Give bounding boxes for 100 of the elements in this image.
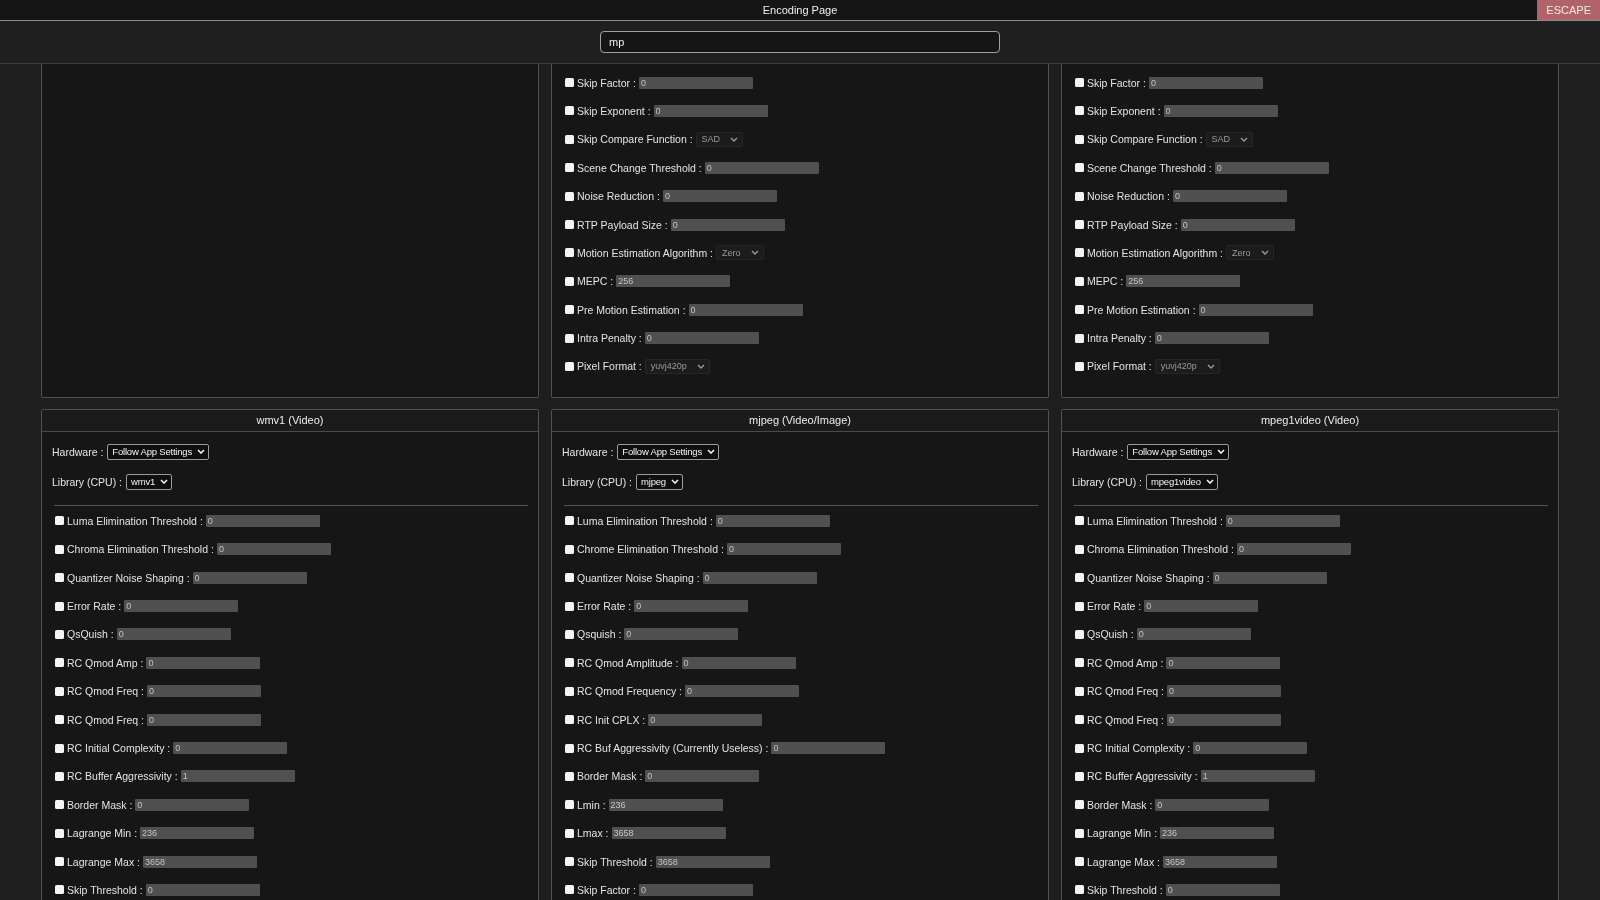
checkbox[interactable] [565,885,574,895]
dropdown[interactable]: wmv1 [126,473,173,490]
checkbox[interactable] [565,248,574,258]
option-label: RC Qmod Freq : [67,713,145,726]
checkbox[interactable] [1075,220,1084,230]
option-label: Pixel Format : [577,360,642,373]
checkbox[interactable] [55,743,64,753]
checkbox[interactable] [1075,276,1084,286]
checkbox[interactable] [565,362,574,371]
dropdown[interactable]: SAD [1205,131,1254,147]
field-label: Hardware : [52,445,104,458]
panel-title: mjpeg (Video/Image) [552,409,1048,432]
checkbox[interactable] [55,715,64,725]
option-label: Error Rate : [67,600,122,613]
checkbox[interactable] [565,573,574,583]
checkbox[interactable] [1075,134,1084,144]
dropdown[interactable]: mpeg1video [1146,473,1218,490]
checkbox[interactable] [565,78,574,88]
dropdown[interactable]: Zero [716,245,764,261]
checkbox[interactable] [565,658,574,668]
checkbox[interactable] [55,686,64,696]
option-label: Lagrange Min : [67,827,138,840]
checkbox[interactable] [1075,78,1084,88]
checkbox[interactable] [1075,715,1084,725]
checkbox[interactable] [55,573,64,583]
option-label: RC Qmod Freq : [1087,713,1165,726]
dropdown[interactable]: SAD [695,131,744,147]
checkbox[interactable] [55,800,64,810]
checkbox[interactable] [565,743,574,753]
checkbox[interactable] [565,333,574,343]
checkbox[interactable] [1075,163,1084,173]
checkbox[interactable] [1075,516,1084,526]
checkbox[interactable] [55,629,64,639]
checkbox[interactable] [1075,362,1084,371]
checkbox[interactable] [565,276,574,286]
checkbox[interactable] [565,305,574,315]
checkbox[interactable] [1075,305,1084,315]
checkbox[interactable] [565,601,574,611]
option-label: Skip Compare Function : [577,133,693,146]
checkbox[interactable] [1075,686,1084,696]
escape-button[interactable]: ESCAPE [1537,0,1600,20]
checkbox[interactable] [1075,800,1084,810]
checkbox[interactable] [565,516,574,526]
checkbox[interactable] [55,857,64,867]
checkbox[interactable] [55,885,64,895]
option-label: RC Qmod Amp : [67,656,144,669]
checkbox[interactable] [1075,106,1084,116]
checkbox[interactable] [565,828,574,838]
checkbox[interactable] [55,544,64,554]
search-field[interactable]: mp [600,31,1000,53]
checkbox[interactable] [565,544,574,554]
checkbox[interactable] [565,106,574,116]
checkbox[interactable] [1075,771,1084,781]
checkbox[interactable] [1075,333,1084,343]
checkbox[interactable] [1075,191,1084,201]
option-label: Pre Motion Estimation : [1087,303,1196,316]
option-label: Skip Factor : [577,883,636,896]
checkbox[interactable] [565,220,574,230]
option-label: Error Rate : [1087,600,1142,613]
checkbox[interactable] [55,601,64,611]
option-label: Skip Threshold : [67,883,143,896]
checkbox[interactable] [1075,629,1084,639]
dropdown[interactable]: Follow App Settings [107,443,209,460]
option-label: RC Qmod Freq : [67,685,145,698]
chevron-down-icon [1206,364,1215,369]
dropdown[interactable]: yuvj420p [644,359,710,374]
checkbox[interactable] [565,629,574,639]
checkbox[interactable] [565,134,574,144]
checkbox[interactable] [565,857,574,867]
dropdown[interactable]: Follow App Settings [1127,443,1229,460]
checkbox[interactable] [565,800,574,810]
dropdown[interactable]: yuvj420p [1154,359,1220,374]
dropdown[interactable]: Follow App Settings [617,443,719,460]
option-label: Qsquish : [577,628,622,641]
checkbox[interactable] [1075,658,1084,668]
option-label: Luma Elimination Threshold : [67,514,203,527]
checkbox[interactable] [565,163,574,173]
checkbox[interactable] [1075,544,1084,554]
checkbox[interactable] [1075,857,1084,867]
checkbox[interactable] [565,686,574,696]
checkbox[interactable] [1075,743,1084,753]
checkbox[interactable] [1075,828,1084,838]
checkbox[interactable] [565,715,574,725]
checkbox[interactable] [1075,885,1084,895]
checkbox[interactable] [1075,601,1084,611]
dropdown[interactable]: mjpeg [636,473,683,490]
option-label: Lmax : [577,827,609,840]
checkbox[interactable] [1075,248,1084,258]
option-label: Skip Exponent : [577,104,651,117]
chevron-down-icon [1205,479,1214,485]
checkbox[interactable] [565,771,574,781]
option-label: MEPC : [1087,275,1124,288]
field-label: Library (CPU) : [52,475,122,488]
checkbox[interactable] [55,828,64,838]
checkbox[interactable] [1075,573,1084,583]
dropdown[interactable]: Zero [1226,245,1274,261]
checkbox[interactable] [565,191,574,201]
checkbox[interactable] [55,771,64,781]
checkbox[interactable] [55,516,64,526]
checkbox[interactable] [55,658,64,668]
